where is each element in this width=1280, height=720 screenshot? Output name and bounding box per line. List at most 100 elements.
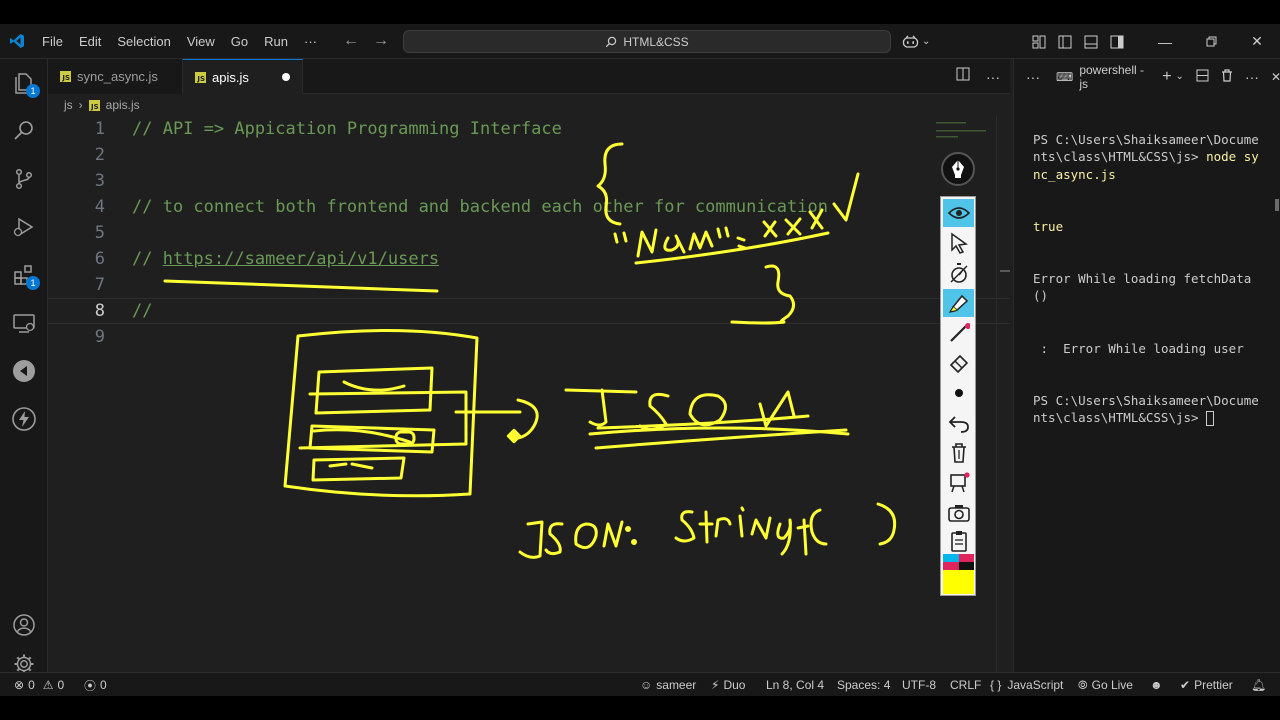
chevron-down-icon[interactable]: ⌄ (1176, 71, 1184, 82)
activity-bar: 1 1 (0, 59, 48, 674)
cursor-position[interactable]: Ln 8, Col 4 (766, 673, 824, 696)
color-palette[interactable] (943, 554, 974, 594)
minimize-icon[interactable]: — (1142, 24, 1188, 59)
notifications-bell-icon[interactable]: 🔔︎ (1251, 673, 1266, 696)
menu-selection[interactable]: Selection (109, 24, 178, 59)
close-icon[interactable]: ✕ (1271, 70, 1280, 84)
duo-indicator[interactable]: ⚡ Duo (711, 673, 745, 696)
split-terminal-icon[interactable] (1196, 69, 1209, 85)
close-window-icon[interactable]: ✕ (1234, 24, 1280, 59)
extensions-icon[interactable]: 1 (0, 251, 48, 299)
comment-prefix: // (132, 249, 163, 269)
toggle-secondary-sidebar-icon[interactable] (1104, 24, 1130, 59)
more-icon[interactable]: ··· (1026, 69, 1040, 85)
extensions-badge: 1 (26, 276, 40, 290)
restore-icon[interactable] (1188, 24, 1234, 59)
breadcrumb-file[interactable]: apis.js (106, 98, 140, 112)
code-text: // (132, 301, 153, 321)
run-debug-icon[interactable] (0, 203, 48, 251)
vscode-logo-icon (0, 24, 34, 59)
remote-explorer-icon[interactable] (0, 299, 48, 347)
breadcrumb-folder[interactable]: js (64, 98, 73, 112)
code-line: 2 (48, 142, 1010, 168)
editor-scrollbar[interactable] (996, 116, 1010, 672)
toggle-primary-sidebar-icon[interactable] (1052, 24, 1078, 59)
code-line: 9 (48, 324, 1010, 350)
toggle-panel-icon[interactable] (1078, 24, 1104, 59)
code-text: // https://sameer/api/v1/users (132, 249, 439, 269)
menu-more[interactable]: ··· (296, 24, 325, 59)
js-file-icon: JS (60, 71, 71, 82)
js-file-icon: JS (88, 99, 100, 111)
unsaved-dot-icon[interactable] (282, 73, 290, 81)
source-control-icon[interactable] (0, 155, 48, 203)
whiteboard-icon[interactable] (943, 469, 974, 497)
cursor-arrow-icon[interactable] (943, 229, 974, 257)
account-icon[interactable] (0, 601, 48, 649)
menu-run[interactable]: Run (256, 24, 296, 59)
ports-indicator[interactable]: ⦿ 0 (84, 673, 107, 696)
menu-view[interactable]: View (179, 24, 223, 59)
trash-icon[interactable] (1221, 68, 1233, 85)
thunder-client-icon[interactable] (0, 395, 48, 443)
plus-icon[interactable]: + (1162, 68, 1171, 86)
files-icon[interactable]: 1 (0, 59, 48, 107)
terminal-cursor (1206, 411, 1215, 427)
dot-icon[interactable] (943, 379, 974, 407)
terminal-line: Error While loading fetchData() (1033, 271, 1252, 304)
editor-tabs: JS sync_async.js JS apis.js ··· (48, 59, 1010, 94)
search-text: HTML&CSS (623, 34, 689, 49)
more-icon[interactable]: ··· (986, 69, 1000, 85)
back-arrow-icon[interactable]: ← (343, 32, 359, 50)
split-editor-icon[interactable] (956, 67, 970, 86)
camera-icon[interactable] (943, 499, 974, 527)
terminal-header: ··· ⌨ powershell - js + ⌄ ··· ✕ (1014, 59, 1280, 94)
pen-nib-icon[interactable] (941, 152, 975, 186)
terminal-line: PS C:\Users\Shaiksameer\Documents\class\… (1033, 131, 1259, 182)
problems-indicator[interactable]: ⊗ 0 ⚠ 0 (14, 673, 64, 696)
copilot-icon[interactable]: ⌄ (902, 24, 930, 59)
terminal-tab-label[interactable]: powershell - js (1079, 63, 1148, 91)
clear-icon[interactable] (943, 439, 974, 467)
breadcrumb: js › JS apis.js (48, 94, 140, 116)
line-number: 4 (94, 197, 105, 217)
more-icon[interactable]: ··· (1245, 69, 1259, 85)
line-ending[interactable]: CRLF (950, 673, 981, 696)
user-indicator[interactable]: ☺ sameer (640, 673, 696, 696)
command-center-search[interactable]: HTML&CSS (403, 30, 891, 53)
timer-icon[interactable] (943, 259, 974, 287)
encoding[interactable]: UTF-8 (902, 673, 936, 696)
tab-sync-async[interactable]: JS sync_async.js (48, 59, 183, 94)
eraser-icon[interactable] (943, 349, 974, 377)
terminal-scrollbar[interactable] (1274, 99, 1280, 672)
code-line: 6 // https://sameer/api/v1/users (48, 246, 1010, 272)
highlighter-icon[interactable] (943, 289, 974, 317)
menu-go[interactable]: Go (223, 24, 256, 59)
terminal-line: PS C:\Users\Shaiksameer\Documents\class\… (1033, 392, 1259, 427)
language-mode[interactable]: { } JavaScript (990, 673, 1063, 696)
copilot-status-icon[interactable]: ☻ (1150, 673, 1163, 696)
clipboard-icon[interactable] (943, 527, 974, 555)
menu-edit[interactable]: Edit (71, 24, 109, 59)
vscode-window: File Edit Selection View Go Run ··· ← → … (0, 24, 1280, 696)
go-live-button[interactable]: ⦾ Go Live (1078, 673, 1133, 696)
indentation[interactable]: Spaces: 4 (837, 673, 890, 696)
line-number: 6 (94, 249, 105, 269)
eye-icon[interactable] (943, 199, 974, 227)
line-number: 3 (94, 171, 105, 191)
pen-icon[interactable] (943, 319, 974, 347)
code-line: 7 (48, 272, 1010, 298)
gitlens-icon[interactable] (0, 347, 48, 395)
tab-apis[interactable]: JS apis.js (183, 59, 303, 94)
forward-arrow-icon[interactable]: → (373, 32, 389, 50)
terminal-output[interactable]: PS C:\Users\Shaiksameer\Documents\class\… (1033, 96, 1265, 462)
prettier-indicator[interactable]: ✔ Prettier (1180, 673, 1233, 696)
code-editor[interactable]: 1 // API => Appication Programming Inter… (48, 116, 1010, 672)
url-link[interactable]: https://sameer/api/v1/users (163, 249, 439, 269)
duo-icon: ⚡ (711, 678, 720, 692)
menu-file[interactable]: File (34, 24, 71, 59)
search-icon[interactable] (0, 107, 48, 155)
undo-icon[interactable] (943, 409, 974, 437)
antenna-icon: ⦾ (1078, 677, 1088, 692)
customize-layout-icon[interactable] (1026, 24, 1052, 59)
